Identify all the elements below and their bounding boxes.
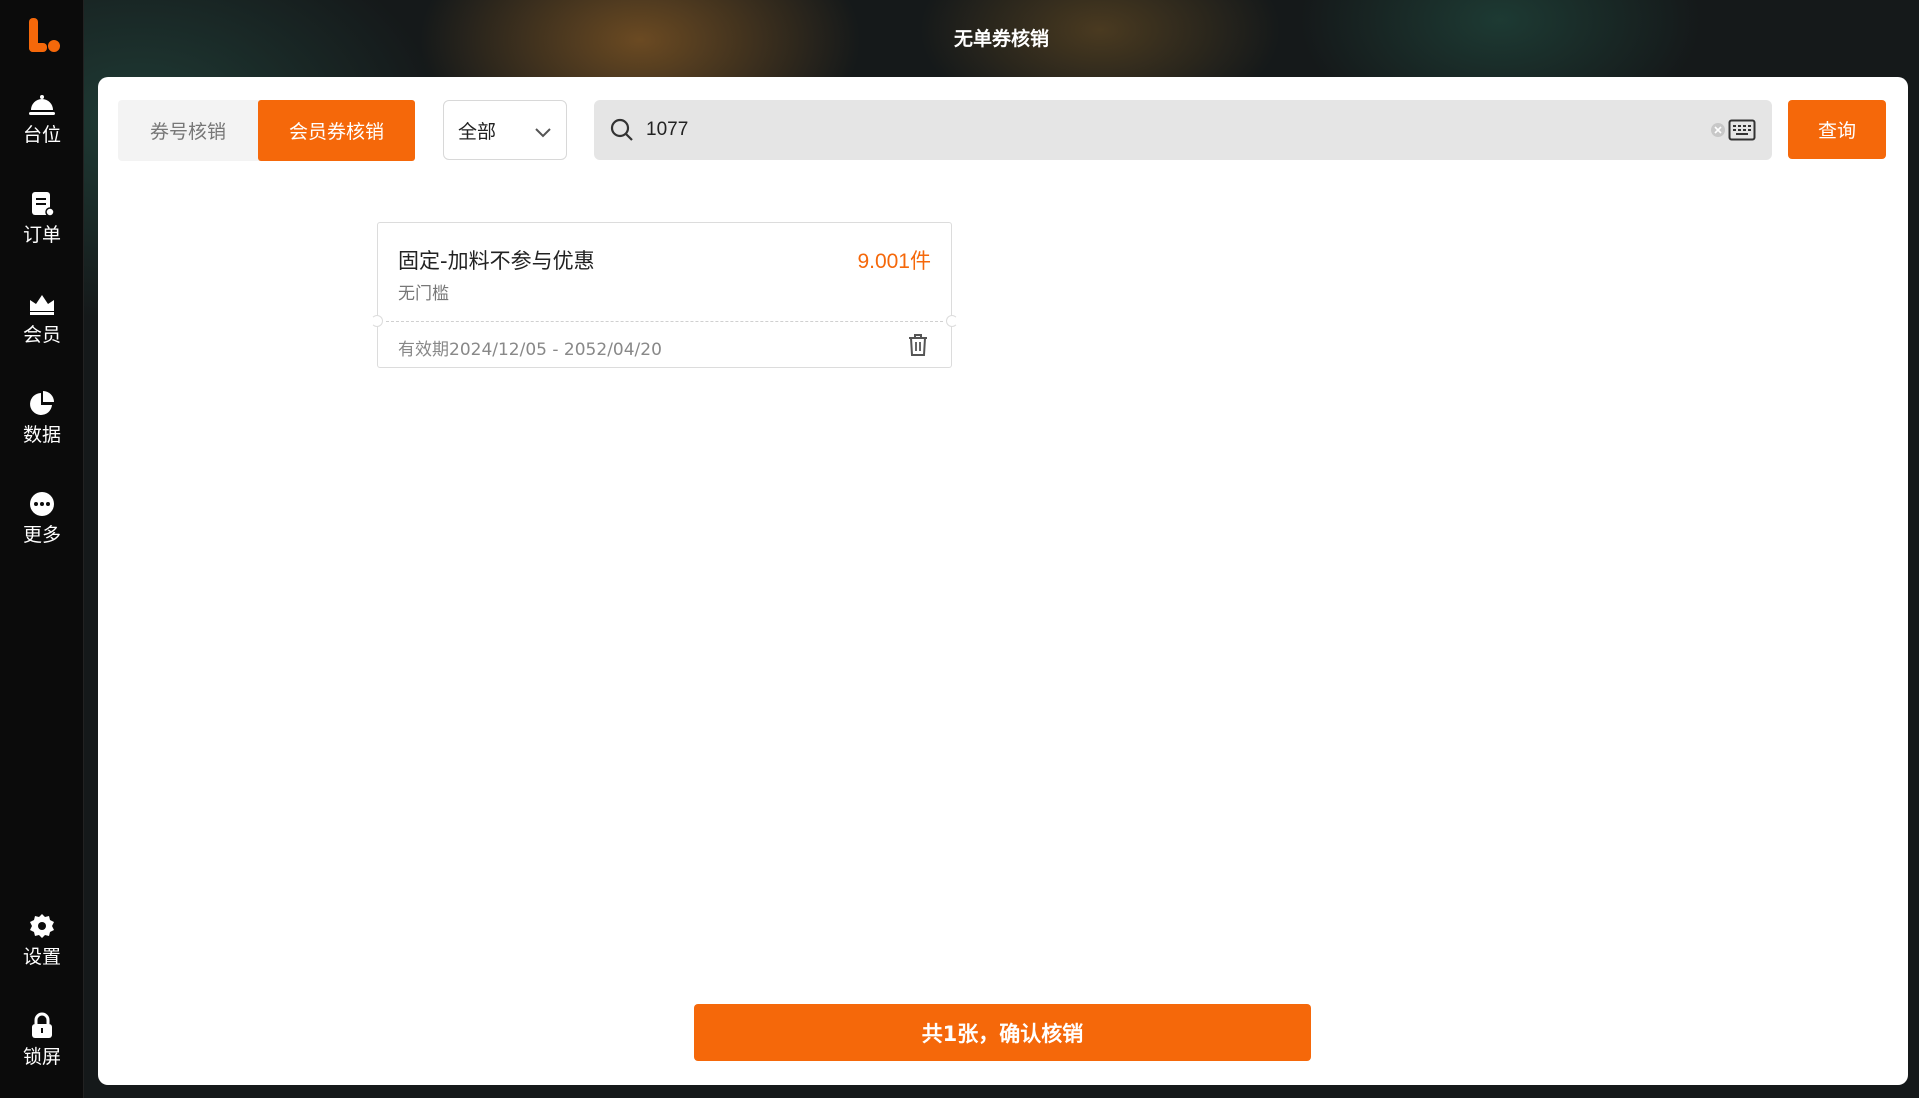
coupon-quantity: 9.001件 xyxy=(857,250,931,273)
sidebar-item-label: 订单 xyxy=(22,224,61,246)
category-select-value: 全部 xyxy=(458,120,497,143)
table-bell-icon xyxy=(28,90,56,118)
search-icon xyxy=(610,118,634,146)
page-title: 无单券核销 xyxy=(953,28,1049,50)
order-icon xyxy=(28,190,56,218)
coupon-card[interactable]: 固定-加料不参与优惠 9.001件 无门槛 有效期2024/12/05 - 20… xyxy=(371,222,958,368)
app-logo xyxy=(29,18,60,52)
coupon-name: 固定-加料不参与优惠 xyxy=(398,249,595,273)
member-crown-icon xyxy=(28,290,56,318)
verification-mode-tabs: 券号核销 会员券核销 xyxy=(118,100,415,161)
sidebar: 台位 订单 会员 数据 更多 设置 锁屏 xyxy=(0,0,84,1098)
sidebar-item-label: 更多 xyxy=(22,524,61,546)
sidebar-item-data[interactable]: 数据 xyxy=(0,390,84,460)
confirm-verify-button[interactable]: 共1张，确认核销 xyxy=(694,1004,1311,1061)
sidebar-item-settings[interactable]: 设置 xyxy=(0,912,84,982)
sidebar-item-label: 台位 xyxy=(22,124,61,146)
tab-coupon-code[interactable]: 券号核销 xyxy=(118,100,258,161)
sidebar-item-label: 会员 xyxy=(22,324,61,346)
clear-icon[interactable] xyxy=(1710,122,1726,142)
sidebar-item-label: 数据 xyxy=(22,424,61,446)
gear-icon xyxy=(28,912,56,940)
search-input[interactable] xyxy=(646,100,1646,160)
chevron-down-icon xyxy=(534,122,552,144)
sidebar-item-table[interactable]: 台位 xyxy=(0,90,84,160)
coupon-divider xyxy=(386,321,943,322)
coupon-notch-left xyxy=(371,315,383,327)
more-icon xyxy=(28,490,56,518)
category-select[interactable]: 全部 xyxy=(443,100,567,160)
sidebar-item-member[interactable]: 会员 xyxy=(0,290,84,360)
search-box xyxy=(594,100,1772,160)
sidebar-item-lock[interactable]: 锁屏 xyxy=(0,1012,84,1082)
query-button[interactable]: 查询 xyxy=(1788,100,1886,159)
sidebar-item-label: 锁屏 xyxy=(22,1046,61,1068)
sidebar-item-orders[interactable]: 订单 xyxy=(0,190,84,260)
trash-icon[interactable] xyxy=(907,333,929,361)
tab-member-coupon[interactable]: 会员券核销 xyxy=(258,100,415,161)
coupon-validity: 有效期2024/12/05 - 2052/04/20 xyxy=(398,340,662,360)
main-panel: 券号核销 会员券核销 全部 查询 固定-加料不参与优惠 9.001件 无门槛 有… xyxy=(98,77,1908,1085)
lock-icon xyxy=(28,1012,56,1040)
pie-chart-icon xyxy=(28,390,56,418)
coupon-notch-right xyxy=(946,315,958,327)
keyboard-icon[interactable] xyxy=(1728,118,1756,146)
sidebar-item-more[interactable]: 更多 xyxy=(0,490,84,560)
coupon-threshold: 无门槛 xyxy=(398,284,449,304)
sidebar-item-label: 设置 xyxy=(22,946,61,968)
